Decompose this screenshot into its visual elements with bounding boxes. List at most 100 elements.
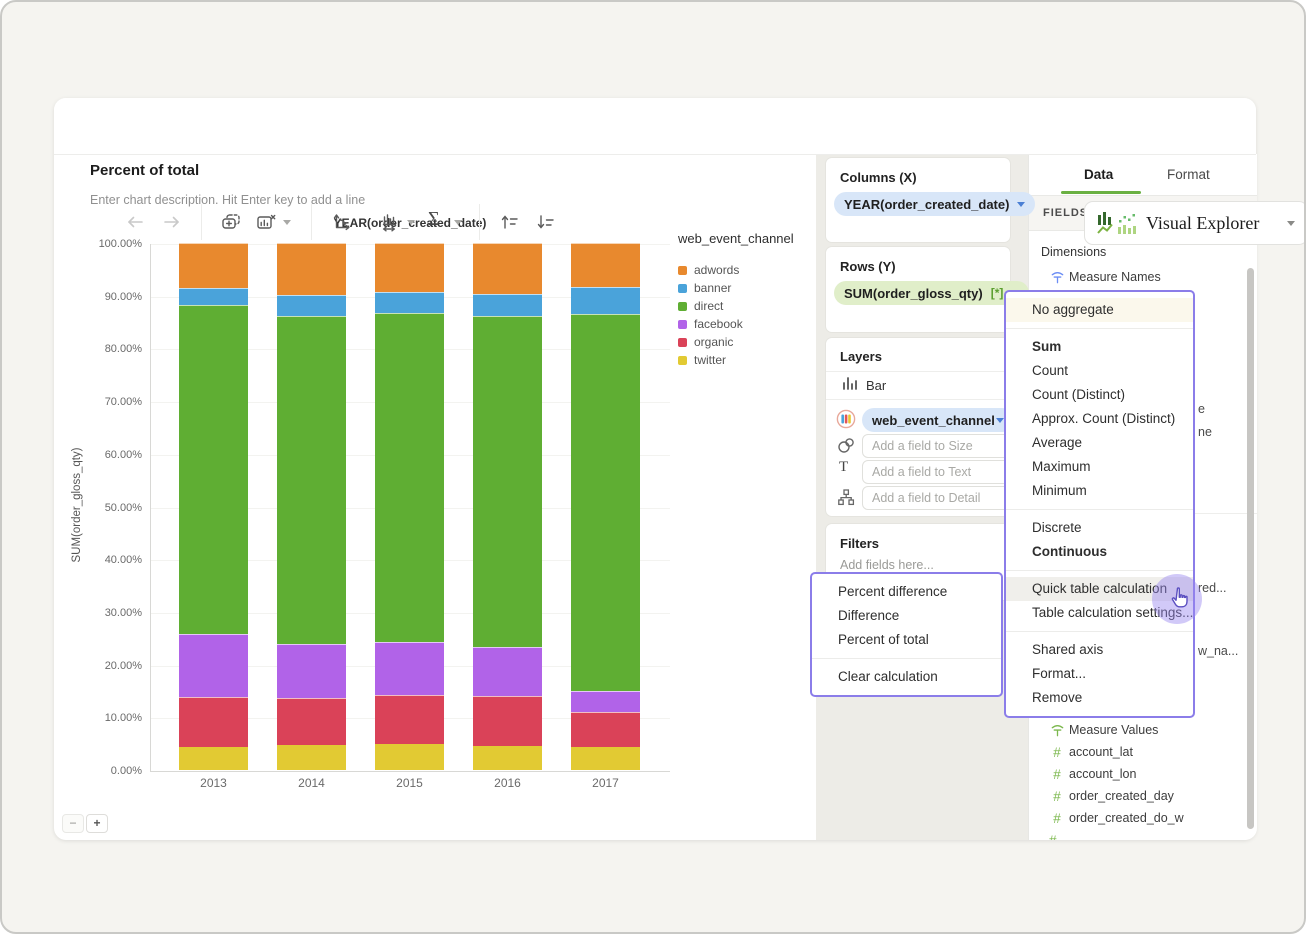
menu-item-percent-of-total[interactable]: Percent of total: [812, 628, 1001, 652]
tab-data[interactable]: Data: [1084, 167, 1113, 182]
bin-fields-caret-icon[interactable]: [407, 220, 415, 225]
bar-segment-twitter[interactable]: [277, 745, 346, 770]
dimensions-label: Dimensions: [1041, 245, 1107, 259]
rows-pill[interactable]: SUM(order_gloss_qty) [*]: [834, 281, 1030, 305]
legend-item-direct[interactable]: direct: [678, 297, 794, 315]
dimension-icon: [1049, 269, 1065, 285]
menu-item-shared-axis[interactable]: Shared axis: [1006, 638, 1193, 662]
menu-item-difference[interactable]: Difference: [812, 604, 1001, 628]
bar-segment-facebook[interactable]: [473, 646, 542, 697]
field-item-account-lon[interactable]: # account_lon: [1029, 763, 1257, 785]
field-label: Measure Values: [1069, 723, 1159, 737]
bar-segment-adwords[interactable]: [375, 243, 444, 293]
menu-item-approx-count-distinct[interactable]: Approx. Count (Distinct): [1006, 407, 1193, 431]
forward-icon[interactable]: [161, 211, 183, 233]
chart-title[interactable]: Percent of total: [90, 162, 199, 179]
legend-item-organic[interactable]: organic: [678, 333, 794, 351]
text-field-input[interactable]: [862, 460, 1014, 484]
bar-segment-adwords[interactable]: [571, 243, 640, 288]
menu-item-continuous[interactable]: Continuous: [1006, 540, 1193, 564]
color-pill[interactable]: web_event_channel: [862, 408, 1014, 432]
bar-segment-banner[interactable]: [277, 295, 346, 317]
sort-ascending-icon[interactable]: [498, 211, 520, 233]
menu-section: Discrete Continuous: [1006, 510, 1193, 570]
columns-pill-label: YEAR(order_created_date): [844, 196, 1010, 212]
bar-segment-direct[interactable]: [473, 315, 542, 647]
bar-segment-twitter[interactable]: [375, 744, 444, 770]
columns-pill-caret-icon[interactable]: [1017, 201, 1026, 207]
aggregate-caret-icon[interactable]: [454, 220, 462, 225]
legend-item-banner[interactable]: banner: [678, 279, 794, 297]
menu-item-maximum[interactable]: Maximum: [1006, 455, 1193, 479]
bar-segment-adwords[interactable]: [179, 243, 248, 288]
bar-segment-twitter[interactable]: [473, 746, 542, 770]
bar-segment-banner[interactable]: [473, 293, 542, 316]
field-item-measure-names[interactable]: Measure Names: [1029, 266, 1257, 288]
toolbar-divider: [201, 204, 202, 240]
layer-type-label[interactable]: Bar: [866, 378, 886, 393]
field-item-order-created-do-w[interactable]: # order_created_do_w: [1029, 807, 1257, 829]
bar-segment-organic[interactable]: [375, 694, 444, 745]
visual-explorer-switcher[interactable]: Visual Explorer: [1084, 201, 1304, 245]
menu-item-discrete[interactable]: Discrete: [1006, 516, 1193, 540]
menu-item-sum[interactable]: Sum: [1006, 335, 1193, 359]
menu-item-remove[interactable]: Remove: [1006, 686, 1193, 710]
menu-item-count-distinct[interactable]: Count (Distinct): [1006, 383, 1193, 407]
legend-item-facebook[interactable]: facebook: [678, 315, 794, 333]
filters-header: Filters: [840, 536, 880, 551]
legend-swatch-organic: [678, 337, 687, 347]
menu-item-clear-calculation[interactable]: Clear calculation: [812, 665, 1001, 689]
duplicate-chart-icon[interactable]: [220, 211, 242, 233]
bar-segment-banner[interactable]: [375, 292, 444, 314]
swap-axes-icon[interactable]: [330, 211, 352, 233]
columns-pill[interactable]: YEAR(order_created_date): [834, 192, 1036, 216]
aggregate-sigma-icon[interactable]: Σ: [428, 208, 440, 231]
field-item-measure-values[interactable]: Measure Values: [1029, 719, 1257, 741]
bar-segment-facebook[interactable]: [571, 690, 640, 712]
size-field-input[interactable]: [862, 434, 1014, 458]
sort-descending-icon[interactable]: [534, 211, 556, 233]
color-pill-caret-icon[interactable]: [996, 417, 1004, 423]
bar-segment-organic[interactable]: [571, 711, 640, 748]
bin-fields-icon[interactable]: [380, 211, 402, 233]
bar-segment-adwords[interactable]: [277, 243, 346, 296]
bar-segment-organic[interactable]: [179, 697, 248, 747]
tab-format[interactable]: Format: [1167, 167, 1210, 182]
field-item-order-created-day[interactable]: # order_created_day: [1029, 785, 1257, 807]
bar-segment-twitter[interactable]: [571, 747, 640, 770]
back-icon[interactable]: [124, 211, 146, 233]
field-options-menu: No aggregate Sum Count Count (Distinct) Appr…: [1004, 290, 1195, 718]
bar-segment-facebook[interactable]: [179, 634, 248, 698]
field-item-account-lat[interactable]: # account_lat: [1029, 741, 1257, 763]
legend-swatch-adwords: [678, 265, 687, 275]
menu-item-average[interactable]: Average: [1006, 431, 1193, 455]
bar-segment-banner[interactable]: [179, 287, 248, 306]
menu-item-percent-difference[interactable]: Percent difference: [812, 580, 1001, 604]
legend-item-adwords[interactable]: adwords: [678, 261, 794, 279]
remove-chart-icon[interactable]: [255, 211, 277, 233]
y-tick-label: 20.00%: [104, 659, 142, 672]
remove-chart-caret-icon[interactable]: [283, 220, 291, 225]
bar-segment-banner[interactable]: [571, 287, 640, 314]
filters-placeholder[interactable]: Add fields here...: [840, 558, 934, 572]
bar-segment-organic[interactable]: [277, 698, 346, 746]
menu-item-minimum[interactable]: Minimum: [1006, 479, 1193, 503]
bar-segment-direct[interactable]: [375, 313, 444, 643]
bar-segment-direct[interactable]: [571, 313, 640, 691]
bar-segment-direct[interactable]: [277, 316, 346, 645]
zoom-out-button[interactable]: −: [62, 814, 84, 833]
bar-segment-organic[interactable]: [473, 696, 542, 747]
detail-field-input[interactable]: [862, 486, 1014, 510]
menu-item-no-aggregate[interactable]: No aggregate: [1006, 298, 1193, 322]
bar-segment-twitter[interactable]: [179, 746, 248, 770]
bar-segment-adwords[interactable]: [473, 243, 542, 294]
bar-segment-facebook[interactable]: [277, 644, 346, 699]
menu-item-count[interactable]: Count: [1006, 359, 1193, 383]
rows-pill-label: SUM(order_gloss_qty): [844, 285, 983, 301]
menu-item-format[interactable]: Format...: [1006, 662, 1193, 686]
chart-description-placeholder[interactable]: Enter chart description. Hit Enter key t…: [90, 193, 365, 207]
zoom-in-button[interactable]: +: [86, 814, 108, 833]
bar-segment-facebook[interactable]: [375, 642, 444, 695]
legend-item-twitter[interactable]: twitter: [678, 351, 794, 369]
bar-segment-direct[interactable]: [179, 305, 248, 635]
